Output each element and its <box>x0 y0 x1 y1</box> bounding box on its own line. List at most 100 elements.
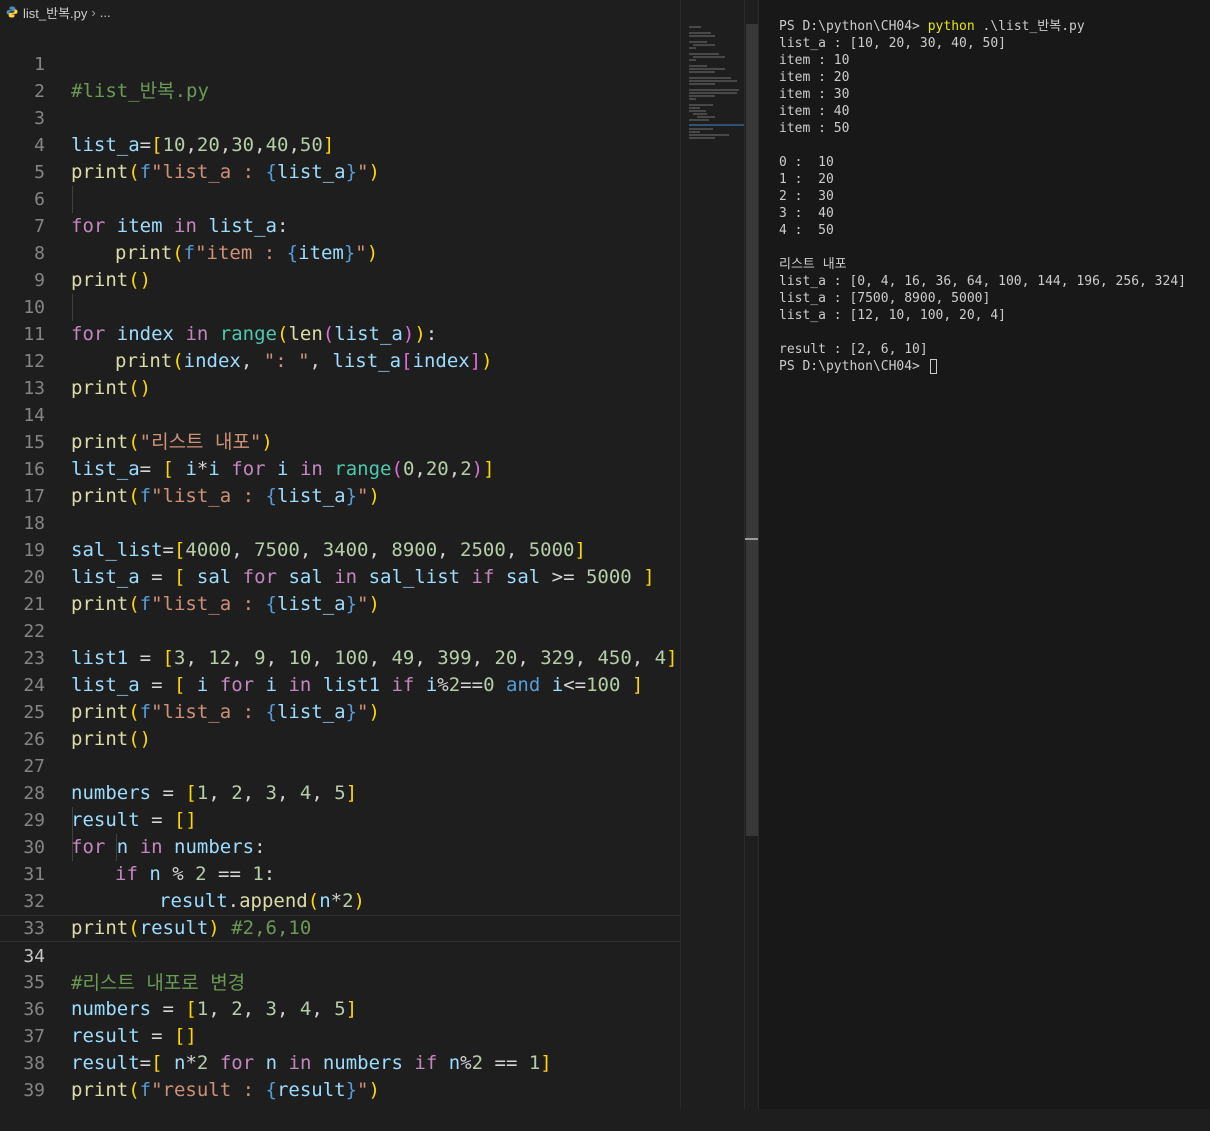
minimap-line <box>689 119 709 121</box>
minimap-line <box>693 56 725 58</box>
terminal-output-line: 3 : 40 <box>779 206 834 221</box>
minimap-line <box>689 71 715 73</box>
minimap-current-line <box>689 124 749 126</box>
code-line[interactable]: 9 <box>0 240 680 291</box>
minimap-line <box>689 95 715 97</box>
code-line[interactable]: 10 for index in range(len(list_a)): <box>0 267 680 345</box>
editor-scrollbar[interactable] <box>744 0 759 1109</box>
chevron-right-icon: › <box>91 4 96 20</box>
terminal-output-line: item : 40 <box>779 104 850 119</box>
breadcrumb-trail[interactable]: ... <box>100 5 111 20</box>
code-line[interactable]: 29 for n in numbers: <box>0 780 680 858</box>
minimap-line <box>689 53 719 55</box>
minimap-line <box>693 44 715 46</box>
minimap-line <box>689 32 711 34</box>
code-line[interactable]: 26 <box>0 699 680 750</box>
code-line[interactable]: 14 print("리스트 내포") <box>0 375 680 453</box>
code-line[interactable]: 12 print() <box>0 321 680 399</box>
terminal-output-line: list_a : [7500, 8900, 5000] <box>779 291 991 306</box>
terminal-output-line: item : 30 <box>779 87 850 102</box>
minimap-line <box>689 41 707 43</box>
code-line[interactable]: 4 print(f"list_a : {list_a}") <box>0 105 680 183</box>
terminal-prompt-line[interactable]: PS D:\python\CH04> <box>779 358 937 375</box>
code-line[interactable]: 1 #list_반복.py <box>0 24 680 102</box>
code-line[interactable]: 19 list_a = [ sal for sal in sal_list if… <box>0 510 680 588</box>
code-line[interactable]: 8 print() <box>0 213 680 291</box>
code-line[interactable]: 18 sal_list=[4000, 7500, 3400, 8900, 250… <box>0 483 680 561</box>
code-line[interactable]: 5 <box>0 132 680 183</box>
minimap-line <box>689 89 739 91</box>
breadcrumb-file[interactable]: list_반복.py <box>23 3 87 22</box>
minimap-line <box>689 47 696 49</box>
minimap-line <box>697 116 715 118</box>
code-line[interactable]: 16 print(f"list_a : {list_a}") <box>0 429 680 507</box>
terminal-command: python <box>927 19 975 34</box>
terminal-output-line: item : 20 <box>779 70 850 85</box>
code-line[interactable]: 21 <box>0 564 680 615</box>
terminal-cursor[interactable] <box>929 359 937 374</box>
code-line[interactable]: 3 list_a=[10,20,30,40,50] <box>0 78 680 156</box>
code-line[interactable]: 31 result.append(n*2) <box>0 834 680 912</box>
terminal-output-line: item : 10 <box>779 53 850 68</box>
terminal-prompt: PS D:\python\CH04> <box>779 359 920 374</box>
code-line[interactable]: 17 <box>0 456 680 507</box>
code-line[interactable]: 25 print() <box>0 672 680 750</box>
line-number: 39 <box>23 1080 45 1101</box>
code-line[interactable]: 13 <box>0 348 680 399</box>
code-line[interactable]: 6 for item in list_a: <box>0 159 680 237</box>
minimap-line <box>689 104 713 106</box>
code-line[interactable]: 28 result = [] <box>0 753 680 831</box>
breadcrumb: list_반복.py › ... <box>0 0 680 24</box>
code-line[interactable]: 27 numbers = [1, 2, 3, 4, 5] <box>0 726 680 804</box>
minimap-line <box>689 26 701 28</box>
terminal-output-line: 1 : 20 <box>779 172 834 187</box>
minimap-line <box>689 59 696 61</box>
terminal-command-arg: .\list_반복.py <box>982 19 1085 34</box>
code-editor[interactable]: 1 #list_반복.py 2 3 list_a=[10,20,30,40,50… <box>0 24 680 1109</box>
terminal-output-line: 리스트 내포 <box>779 257 847 272</box>
code-line[interactable]: 2 <box>0 51 680 102</box>
code-line[interactable]: 23 list_a = [ i for i in list1 if i%2==0… <box>0 618 680 696</box>
code-line[interactable]: 33 <box>0 888 680 939</box>
code-line[interactable]: 11 print(index, ": ", list_a[index]) <box>0 294 680 372</box>
minimap-line <box>693 113 707 115</box>
code-line[interactable]: 32 print(result) #2,6,10 <box>0 861 680 939</box>
terminal-command-line: PS D:\python\CH04> python .\list_반복.py <box>779 18 1085 35</box>
terminal-output-line: 4 : 50 <box>779 223 834 238</box>
code-text: print(f"result : {result}") <box>71 1079 380 1101</box>
terminal-output-line: list_a : [0, 4, 16, 36, 64, 100, 144, 19… <box>779 274 1186 289</box>
minimap-line <box>689 128 713 130</box>
code-line[interactable]: 20 print(f"list_a : {list_a}") <box>0 537 680 615</box>
code-line[interactable]: 30 if n % 2 == 1: <box>0 807 680 885</box>
code-line[interactable]: 24 print(f"list_a : {list_a}") <box>0 645 680 723</box>
minimap-line <box>689 110 706 112</box>
terminal-output-line: 0 : 10 <box>779 155 834 170</box>
code-line[interactable]: 22 list1 = [3, 12, 9, 10, 100, 49, 399, … <box>0 591 680 669</box>
minimap-line <box>689 131 700 133</box>
code-line[interactable]: 36 result = [] <box>0 969 680 1047</box>
code-line[interactable]: 35 numbers = [1, 2, 3, 4, 5] <box>0 942 680 1020</box>
scrollbar-thumb[interactable] <box>746 24 758 836</box>
code-line[interactable]: 15 list_a= [ i*i for i in range(0,20,2)] <box>0 402 680 480</box>
code-line[interactable]: 7 print(f"item : {item}") <box>0 186 680 264</box>
code-line[interactable]: 37 result=[ n*2 for n in numbers if n%2 … <box>0 996 680 1074</box>
python-file-icon <box>6 6 18 18</box>
terminal-output-line: item : 50 <box>779 121 850 136</box>
minimap-line <box>689 77 731 79</box>
minimap-line <box>689 92 737 94</box>
minimap-line <box>689 107 700 109</box>
terminal-prompt: PS D:\python\CH04> <box>779 19 920 34</box>
code-line-current[interactable]: 34 #리스트 내포로 변경 <box>0 915 680 994</box>
terminal-output-line: result : [2, 6, 10] <box>779 342 928 357</box>
code-line[interactable]: 38 print(f"result : {result}") <box>0 1023 680 1101</box>
scrollbar-cursor-marker <box>745 538 759 540</box>
minimap-line <box>689 80 737 82</box>
terminal-panel[interactable]: PS D:\python\CH04> python .\list_반복.py l… <box>758 0 1210 1109</box>
terminal-output-line: list_a : [10, 20, 30, 40, 50] <box>779 36 1006 51</box>
minimap-line <box>689 98 696 100</box>
terminal-output-line: list_a : [12, 10, 100, 20, 4] <box>779 308 1006 323</box>
minimap-line <box>689 83 715 85</box>
code-line[interactable]: 39 <box>0 1050 680 1101</box>
minimap-line <box>689 68 725 70</box>
minimap[interactable] <box>680 0 749 1109</box>
